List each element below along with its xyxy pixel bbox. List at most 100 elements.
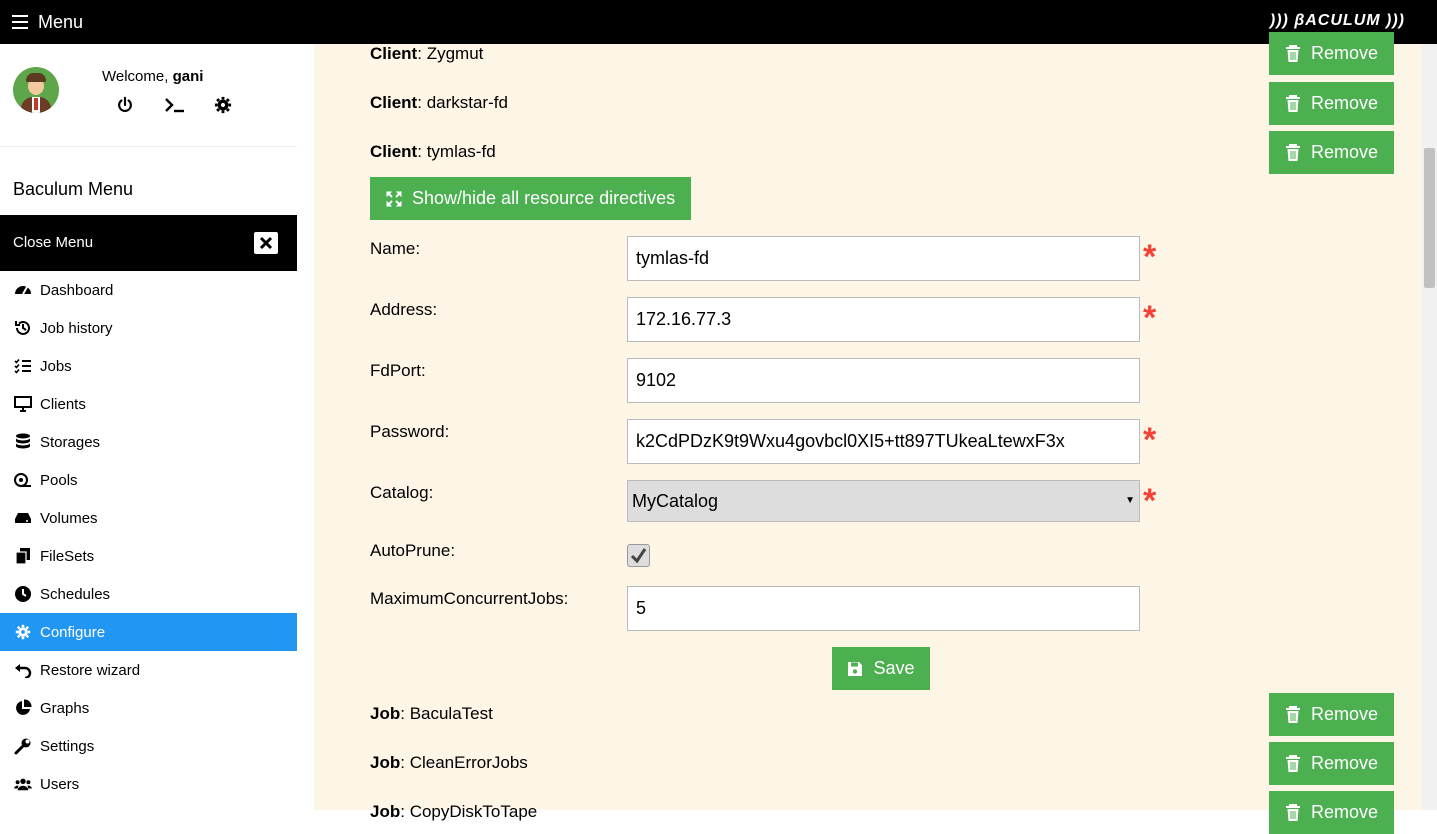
remove-button[interactable]: Remove — [1269, 32, 1394, 75]
sidebar-nav: Dashboard Job history Jobs Clients Stora… — [0, 271, 297, 803]
required-marker: * — [1143, 299, 1157, 337]
scrollbar-thumb[interactable] — [1424, 148, 1435, 288]
autoprune-checkbox[interactable] — [627, 544, 650, 567]
sidebar-item-label: Users — [40, 775, 80, 793]
sidebar-item-volumes[interactable]: Volumes — [0, 499, 297, 537]
resource-row: Job: BaculaTest — [370, 704, 493, 723]
sidebar-item-storages[interactable]: Storages — [0, 423, 297, 461]
gear-icon[interactable] — [214, 96, 234, 116]
wrench-icon — [14, 737, 32, 755]
remove-button[interactable]: Remove — [1269, 82, 1394, 125]
catalog-label: Catalog: — [370, 483, 434, 502]
gear-icon — [14, 623, 32, 641]
trash-icon — [1285, 754, 1300, 772]
remove-button[interactable]: Remove — [1269, 131, 1394, 174]
sidebar-item-job-history[interactable]: Job history — [0, 309, 297, 347]
sidebar-item-label: Pools — [40, 471, 78, 489]
address-field[interactable] — [627, 297, 1140, 342]
top-bar: Menu ))) βACULUM ))) — [0, 0, 1437, 44]
remove-button[interactable]: Remove — [1269, 791, 1394, 834]
save-button[interactable]: Save — [832, 647, 930, 690]
main-content: Client: Zygmut Remove Client: darkstar-f… — [297, 32, 1422, 834]
resource-row: Client: tymlas-fd — [370, 142, 496, 161]
vertical-scrollbar[interactable] — [1422, 44, 1437, 810]
hdd-icon — [14, 509, 32, 527]
sidebar-item-pools[interactable]: Pools — [0, 461, 297, 499]
tasks-icon — [14, 357, 32, 375]
resource-row: Job: CleanErrorJobs — [370, 753, 528, 772]
catalog-select[interactable]: MyCatalog ▼ — [627, 480, 1140, 522]
sidebar-item-configure[interactable]: Configure — [0, 613, 297, 651]
sidebar-item-label: Storages — [40, 433, 101, 451]
show-hide-directives-button[interactable]: Show/hide all resource directives — [370, 177, 691, 220]
sidebar-item-dashboard[interactable]: Dashboard — [0, 271, 297, 309]
menu-toggle-button[interactable]: Menu — [12, 10, 83, 34]
required-marker: * — [1143, 482, 1157, 520]
floppy-disk-icon — [848, 661, 863, 676]
sidebar-item-label: Settings — [40, 737, 95, 755]
sidebar: Welcome, gani Baculum Menu Close Menu Da… — [0, 44, 297, 810]
sidebar-item-label: Schedules — [40, 585, 111, 603]
sidebar-item-label: Volumes — [40, 509, 98, 527]
trash-icon — [1285, 143, 1300, 161]
user-panel: Welcome, gani — [0, 44, 297, 147]
fdport-label: FdPort: — [370, 361, 426, 380]
address-label: Address: — [370, 300, 438, 319]
sidebar-item-settings[interactable]: Settings — [0, 727, 297, 765]
undo-icon — [14, 661, 32, 679]
name-field[interactable] — [627, 236, 1140, 281]
close-menu-label: Close Menu — [13, 234, 94, 251]
fdport-field[interactable] — [627, 358, 1140, 403]
tape-icon — [14, 471, 32, 489]
max-concurrent-jobs-label: MaximumConcurrentJobs: — [370, 589, 569, 608]
resource-row: Client: Zygmut — [370, 44, 484, 63]
sidebar-item-schedules[interactable]: Schedules — [0, 575, 297, 613]
remove-button[interactable]: Remove — [1269, 693, 1394, 736]
max-concurrent-jobs-field[interactable] — [627, 586, 1140, 631]
logout-power-icon[interactable] — [116, 96, 136, 116]
baculum-logo: ))) βACULUM ))) — [1269, 12, 1405, 29]
resource-panel: Client: Zygmut Remove Client: darkstar-f… — [314, 32, 1422, 834]
clock-icon — [14, 585, 32, 603]
terminal-icon[interactable] — [164, 96, 184, 116]
gauge-icon — [14, 281, 32, 299]
hamburger-icon — [12, 15, 28, 29]
sidebar-item-jobs[interactable]: Jobs — [0, 347, 297, 385]
trash-icon — [1285, 705, 1300, 723]
sidebar-item-label: Clients — [40, 395, 86, 413]
remove-button[interactable]: Remove — [1269, 742, 1394, 785]
password-field[interactable] — [627, 419, 1140, 464]
sidebar-item-graphs[interactable]: Graphs — [0, 689, 297, 727]
sidebar-title: Baculum Menu — [13, 179, 134, 199]
password-label: Password: — [370, 422, 450, 441]
users-icon — [14, 775, 32, 793]
sidebar-item-label: Configure — [40, 623, 106, 641]
sidebar-item-label: Jobs — [40, 357, 72, 375]
trash-icon — [1285, 94, 1300, 112]
close-icon — [254, 232, 278, 254]
sidebar-item-filesets[interactable]: FileSets — [0, 537, 297, 575]
sidebar-item-label: FileSets — [40, 547, 95, 565]
sidebar-item-restore-wizard[interactable]: Restore wizard — [0, 651, 297, 689]
trash-icon — [1285, 803, 1300, 821]
toggle-label: Show/hide all resource directives — [412, 188, 676, 208]
required-marker: * — [1143, 421, 1157, 459]
catalog-selected-value: MyCatalog — [632, 490, 719, 511]
close-menu-button[interactable]: Close Menu — [0, 215, 297, 271]
name-label: Name: — [370, 239, 421, 258]
autoprune-label: AutoPrune: — [370, 541, 456, 560]
desktop-icon — [14, 395, 32, 413]
expand-icon — [386, 190, 402, 207]
dropdown-caret-icon: ▼ — [1125, 495, 1135, 506]
pie-chart-icon — [14, 699, 32, 717]
required-marker: * — [1143, 238, 1157, 276]
sidebar-item-label: Graphs — [40, 699, 90, 717]
resource-row: Job: CopyDiskToTape — [370, 802, 538, 821]
sidebar-item-label: Job history — [40, 319, 113, 337]
menu-label: Menu — [38, 11, 84, 32]
welcome-text: Welcome, gani — [102, 68, 204, 85]
sidebar-item-users[interactable]: Users — [0, 765, 297, 803]
sidebar-item-clients[interactable]: Clients — [0, 385, 297, 423]
trash-icon — [1285, 44, 1300, 62]
copy-icon — [14, 547, 32, 565]
